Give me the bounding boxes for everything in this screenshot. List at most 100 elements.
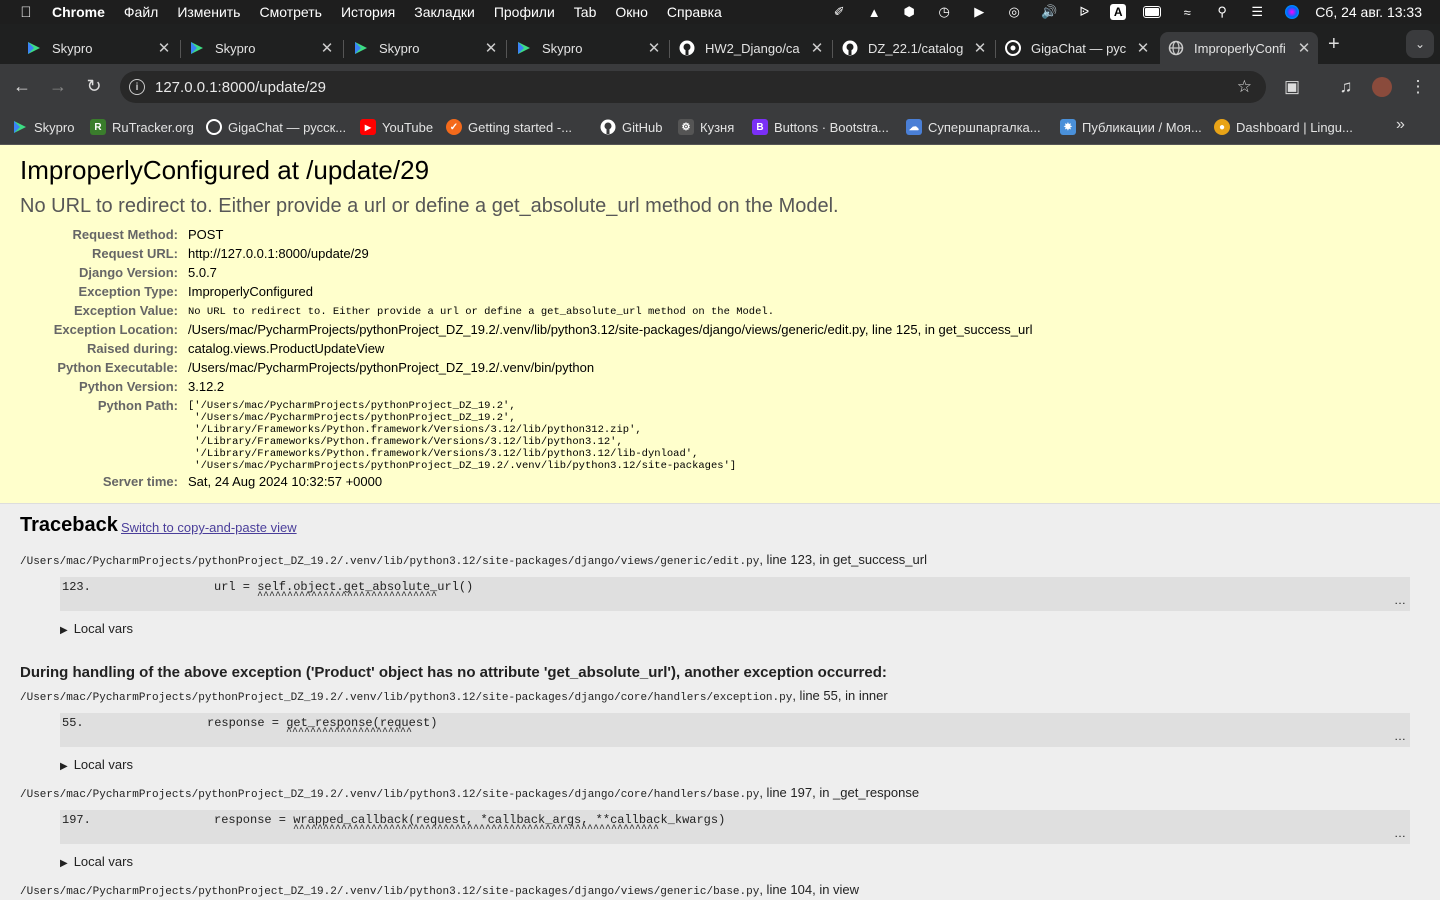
tab-active-improperlyconfigured[interactable]: ImproperlyConfi ✕ [1160, 32, 1318, 64]
keyboard-layout-icon[interactable]: A [1110, 4, 1127, 20]
frame-location: /Users/mac/PycharmProjects/pythonProject… [20, 552, 927, 568]
time-machine-icon[interactable]: ◷ [935, 4, 953, 20]
menu-history[interactable]: История [341, 4, 395, 20]
menu-file[interactable]: Файл [124, 4, 158, 20]
bookmark-star-icon[interactable]: ☆ [1237, 77, 1252, 97]
error-carets: ^^^^^^^^^^^^^^^^^^^^^^^^^^^^^^ [257, 591, 438, 602]
play-circle-icon[interactable]: ▶ [970, 4, 988, 20]
error-carets: ^^^^^^^^^^^^^^^^^^^^^ [286, 727, 413, 738]
menu-bookmarks[interactable]: Закладки [414, 4, 475, 20]
close-tab-icon[interactable]: ✕ [1135, 39, 1151, 57]
battery-icon[interactable] [1143, 4, 1162, 20]
bookmark-supershpargalka[interactable]: ☁ Супершпаргалка... [906, 119, 1041, 135]
vlc-cone-icon[interactable]: ▲ [865, 4, 883, 20]
meta-key: Python Executable: [57, 360, 178, 375]
back-arrow-icon[interactable]: ← [11, 76, 33, 97]
close-tab-icon[interactable]: ✕ [809, 39, 825, 57]
switch-to-copy-paste-link[interactable]: Switch to copy-and-paste view [121, 520, 297, 535]
bookmark-getting-started[interactable]: ✓ Getting started -... [446, 119, 572, 135]
bookmarks-overflow-chevron-icon[interactable]: » [1396, 116, 1405, 134]
bookmark-youtube[interactable]: ▶ YouTube [360, 119, 433, 135]
menu-help[interactable]: Справка [667, 4, 722, 20]
bookmark-bootstrap-buttons[interactable]: B Buttons · Bootstra... [752, 119, 889, 135]
skypro-icon [355, 42, 367, 54]
menu-view[interactable]: Смотреть [259, 4, 321, 20]
extensions-puzzle-icon[interactable]: ▣ [1282, 77, 1302, 97]
volume-icon[interactable]: 🔊 [1040, 4, 1058, 20]
forward-arrow-icon[interactable]: → [47, 76, 69, 97]
local-vars-toggle[interactable]: ▶ Local vars [60, 757, 133, 772]
more-menu-icon[interactable]: ⋮ [1408, 77, 1428, 97]
expand-context-ellipsis[interactable]: … [1394, 826, 1406, 840]
close-tab-icon[interactable]: ✕ [483, 39, 499, 57]
gigachat-icon [1005, 40, 1021, 56]
site-info-icon[interactable]: i [129, 79, 145, 95]
menu-window[interactable]: Окно [615, 4, 648, 20]
bluetooth-icon[interactable]: ᐉ [1075, 4, 1093, 20]
menu-edit[interactable]: Изменить [177, 4, 240, 20]
meta-key: Python Path: [97, 398, 178, 413]
local-vars-toggle[interactable]: ▶ Local vars [60, 621, 133, 636]
meta-value: Sat, 24 Aug 2024 10:32:57 +0000 [188, 474, 383, 489]
bookmark-dashboard-lingualeo[interactable]: ● Dashboard | Lingu... [1214, 119, 1353, 135]
siri-icon[interactable] [1283, 4, 1301, 20]
expand-context-ellipsis[interactable]: … [1394, 593, 1406, 607]
apple-icon[interactable]:  [18, 4, 34, 21]
tab-github-hw2[interactable]: HW2_Django/ca ✕ [671, 32, 831, 64]
shield-icon[interactable]: ⬢ [900, 4, 918, 20]
tab-skypro-4[interactable]: Skypro ✕ [508, 32, 668, 64]
close-tab-icon[interactable]: ✕ [319, 39, 335, 57]
bookmark-kuznya[interactable]: ⚙ Кузня [678, 119, 734, 135]
meta-value: http://127.0.0.1:8000/update/29 [188, 246, 369, 261]
close-tab-icon[interactable]: ✕ [156, 39, 172, 57]
feather-icon[interactable]: ✐ [830, 4, 848, 20]
menubar-clock[interactable]: Сб, 24 авг. 13:33 [1315, 4, 1422, 20]
code-context[interactable]: 55. response = get_response(request) ^^^… [60, 713, 1410, 747]
close-tab-icon[interactable]: ✕ [972, 39, 988, 57]
bookmark-publications[interactable]: ✸ Публикации / Моя... [1060, 119, 1202, 135]
menubar-status-area: ✐ ▲ ⬢ ◷ ▶ ◎ 🔊 ᐉ A ≈ ⚲ ☰ Сб, 24 авг. 13:3… [813, 0, 1422, 24]
expand-context-ellipsis[interactable]: … [1394, 729, 1406, 743]
line-number: 55. [62, 716, 84, 730]
spotlight-search-icon[interactable]: ⚲ [1213, 4, 1231, 20]
meta-key: Python Version: [79, 379, 178, 394]
bookmark-label: Кузня [700, 119, 735, 135]
meta-value: ImproperlyConfigured [188, 284, 314, 299]
reload-icon[interactable]: ↻ [83, 76, 105, 97]
bookmark-skypro[interactable]: Skypro [12, 119, 74, 135]
publications-icon: ✸ [1060, 119, 1076, 135]
bookmark-gigachat[interactable]: GigaChat — русск... [206, 119, 346, 135]
address-url[interactable]: 127.0.0.1:8000/update/29 [155, 79, 326, 96]
control-center-icon[interactable]: ☰ [1248, 4, 1266, 20]
code-context[interactable]: 197. response = wrapped_callback(request… [60, 810, 1410, 844]
bookmark-github[interactable]: GitHub [600, 119, 662, 135]
tab-skypro-1[interactable]: Skypro ✕ [18, 32, 178, 64]
wifi-icon[interactable]: ≈ [1178, 4, 1196, 20]
close-tab-icon[interactable]: ✕ [1296, 39, 1312, 57]
menu-profiles[interactable]: Профили [494, 4, 555, 20]
tab-github-dz[interactable]: DZ_22.1/catalog ✕ [834, 32, 994, 64]
media-controls-icon[interactable]: ♫ [1336, 77, 1356, 97]
bookmark-label: GigaChat — русск... [228, 119, 347, 135]
frame-path: /Users/mac/PycharmProjects/pythonProject… [20, 886, 760, 898]
airdrop-icon[interactable]: ◎ [1005, 4, 1023, 20]
address-bar[interactable]: i 127.0.0.1:8000/update/29 ☆ [120, 71, 1266, 103]
code-context[interactable]: 123. url = self.object.get_absolute_url(… [60, 577, 1410, 611]
frame-where: , line 104, in view [759, 882, 860, 897]
close-tab-icon[interactable]: ✕ [646, 39, 662, 57]
tab-skypro-3[interactable]: Skypro ✕ [345, 32, 505, 64]
local-vars-label: Local vars [73, 854, 133, 869]
menu-tab[interactable]: Tab [574, 4, 597, 20]
new-tab-button[interactable]: + [1328, 33, 1340, 56]
bookmark-label: RuTracker.org [112, 119, 194, 135]
tab-strip: Skypro ✕ Skypro ✕ Skypro ✕ Skypro ✕ HW2_… [0, 24, 1440, 64]
meta-value: No URL to redirect to. Either provide a … [188, 306, 774, 318]
meta-value: /Users/mac/PycharmProjects/pythonProject… [188, 360, 595, 375]
bookmark-rutracker[interactable]: R RuTracker.org [90, 119, 194, 135]
tab-search-button[interactable]: ⌄ [1406, 30, 1434, 58]
profile-avatar[interactable] [1372, 77, 1392, 97]
tab-skypro-2[interactable]: Skypro ✕ [181, 32, 341, 64]
local-vars-toggle[interactable]: ▶ Local vars [60, 854, 133, 869]
menu-app-name[interactable]: Chrome [52, 4, 105, 20]
tab-gigachat[interactable]: GigaChat — рус ✕ [997, 32, 1157, 64]
